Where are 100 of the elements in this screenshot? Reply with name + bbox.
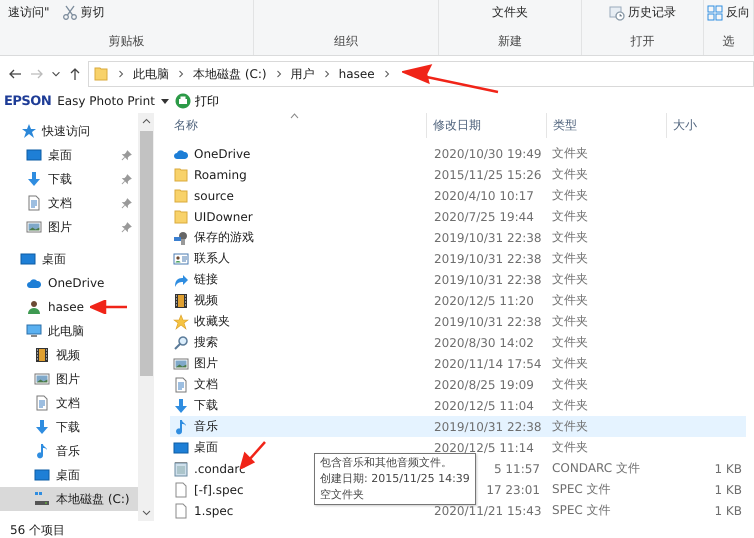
file-name: UIDowner bbox=[194, 210, 253, 224]
breadcrumb[interactable]: 此电脑 bbox=[133, 66, 169, 82]
folder-icon bbox=[173, 188, 189, 204]
column-header[interactable]: 大小 bbox=[666, 113, 706, 138]
nav-item[interactable]: 文档 bbox=[0, 191, 138, 215]
item-count: 56 个项目 bbox=[10, 522, 66, 538]
nav-item[interactable]: 下载 bbox=[0, 167, 138, 191]
date-cell-text: 2019/10/31 22:38 bbox=[433, 314, 543, 328]
type-cell-text: 文件夹 bbox=[551, 229, 589, 246]
date-cell-text: 2020/10/30 19:49 bbox=[433, 146, 543, 160]
tooltip-line: 包含音乐和其他音频文件。 bbox=[320, 455, 453, 471]
nav-item[interactable]: 本地磁盘 (C:) bbox=[0, 487, 138, 511]
type-cell-text: 文件夹 bbox=[551, 187, 589, 204]
document-icon bbox=[26, 195, 42, 211]
file-row[interactable]: 音乐 2019/10/31 22:38 文件夹 bbox=[170, 416, 746, 437]
date-cell-text: 2019/10/31 22:38 bbox=[433, 420, 543, 434]
address-bar[interactable]: 此电脑 本地磁盘 (C:) 用户 hasee bbox=[88, 61, 754, 87]
breadcrumb[interactable]: 本地磁盘 (C:) bbox=[193, 66, 267, 82]
picture-icon bbox=[26, 219, 42, 235]
nav-item[interactable]: hasee bbox=[0, 295, 138, 319]
nav-item[interactable]: 文档 bbox=[0, 391, 138, 415]
ribbon-button[interactable]: 历史记录 bbox=[608, 4, 676, 21]
column-header[interactable]: 类型 bbox=[546, 113, 666, 138]
forward-arrow-icon bbox=[30, 67, 44, 81]
file-name: 链接 bbox=[194, 271, 218, 288]
person-icon bbox=[26, 299, 42, 315]
chevron-right-icon bbox=[322, 70, 331, 78]
type-cell-text: 文件夹 bbox=[551, 271, 589, 288]
ribbon-group-label: 组织 bbox=[333, 33, 360, 50]
size-cell-text: 1 KB bbox=[713, 504, 743, 518]
type-cell-text: 文件夹 bbox=[551, 250, 589, 267]
file-name: .condarc bbox=[194, 462, 246, 476]
ribbon-group-label: 剪贴板 bbox=[108, 33, 146, 50]
nav-item[interactable]: 此电脑 bbox=[0, 319, 138, 343]
date-cell-text: 2020/12/5 11:20 bbox=[433, 294, 535, 308]
contact-card-icon bbox=[173, 250, 189, 266]
scissors-icon bbox=[62, 4, 78, 20]
date-cell-text: 2020/11/14 17:54 bbox=[433, 356, 543, 370]
date-cell-text: 2020/12/5 11:14 bbox=[433, 440, 535, 454]
document-icon bbox=[34, 395, 50, 411]
column-header[interactable]: 修改日期 bbox=[426, 113, 546, 138]
nav-item[interactable]: 桌面 bbox=[0, 143, 138, 167]
nav-item[interactable]: 图片 bbox=[0, 215, 138, 239]
nav-item[interactable]: 桌面 bbox=[0, 463, 138, 487]
game-pieces-icon bbox=[173, 230, 189, 246]
film-icon bbox=[34, 347, 50, 363]
date-cell-text: 2020/11/21 15:43 bbox=[433, 504, 543, 518]
annotation-arrow bbox=[90, 300, 128, 314]
date-cell-text: 2020/8/30 14:02 bbox=[433, 336, 535, 350]
ribbon-button[interactable]: 剪切 bbox=[62, 4, 105, 21]
nav-item[interactable]: OneDrive bbox=[0, 271, 138, 295]
blank-file-icon bbox=[173, 482, 189, 498]
date-cell-text: 2020/4/10 10:17 bbox=[433, 188, 535, 202]
file-name: OneDrive bbox=[194, 146, 250, 160]
nav-item[interactable]: 音乐 bbox=[0, 439, 138, 463]
file-name: [-f].spec bbox=[194, 482, 244, 496]
file-name: 收藏夹 bbox=[194, 313, 230, 330]
nav-item[interactable]: 下载 bbox=[0, 415, 138, 439]
down-arrow-icon bbox=[173, 398, 189, 414]
ribbon-group-label: 打开 bbox=[629, 33, 656, 50]
ribbon-label: 文件夹 bbox=[492, 4, 528, 21]
print-button[interactable]: 打印 bbox=[174, 92, 219, 110]
date-cell-text: 2020/8/25 19:09 bbox=[433, 378, 535, 392]
up-arrow-icon bbox=[68, 67, 82, 81]
dropdown-caret-icon[interactable] bbox=[160, 97, 169, 105]
file-name: 搜索 bbox=[194, 334, 218, 351]
monitor-icon bbox=[173, 440, 189, 456]
breadcrumb[interactable]: hasee bbox=[338, 67, 375, 81]
scrollbar[interactable] bbox=[138, 113, 154, 521]
down-arrow-icon bbox=[26, 171, 42, 187]
ribbon-group-label: 选 bbox=[722, 33, 736, 50]
ribbon-label: 速访问" bbox=[8, 4, 50, 21]
scroll-up-icon[interactable] bbox=[142, 117, 150, 126]
type-cell-text: 文件夹 bbox=[551, 439, 589, 456]
document-icon bbox=[173, 376, 189, 392]
column-header[interactable]: 名称 bbox=[170, 113, 426, 138]
computer-icon bbox=[26, 323, 42, 339]
app-name[interactable]: Easy Photo Print bbox=[57, 94, 155, 108]
nav-item[interactable]: 图片 bbox=[0, 367, 138, 391]
nav-item[interactable]: 快速访问 bbox=[0, 119, 138, 143]
type-cell-text: 文件夹 bbox=[551, 166, 589, 183]
type-cell-text: 文件夹 bbox=[551, 397, 589, 414]
scroll-down-icon[interactable] bbox=[142, 508, 150, 517]
star-icon bbox=[173, 314, 189, 330]
nav-item[interactable]: 桌面 bbox=[0, 247, 138, 271]
nav-item[interactable]: 视频 bbox=[0, 343, 138, 367]
file-name: 桌面 bbox=[194, 439, 218, 456]
ribbon-button[interactable]: 反向 bbox=[707, 4, 750, 21]
picture-icon bbox=[34, 371, 50, 387]
monitor-icon bbox=[26, 147, 42, 163]
chevron-right-icon bbox=[274, 70, 283, 78]
date-cell-text: 2020/12/5 11:04 bbox=[433, 398, 535, 412]
type-cell-text: 文件夹 bbox=[551, 355, 589, 372]
back-arrow-icon bbox=[8, 67, 22, 81]
film-icon bbox=[173, 292, 189, 308]
breadcrumb[interactable]: 用户 bbox=[290, 66, 315, 82]
file-name: 文档 bbox=[194, 376, 218, 393]
type-cell-text: 文件夹 bbox=[551, 376, 589, 393]
monitor-icon bbox=[34, 467, 50, 483]
ribbon-group-label: 新建 bbox=[496, 33, 523, 50]
